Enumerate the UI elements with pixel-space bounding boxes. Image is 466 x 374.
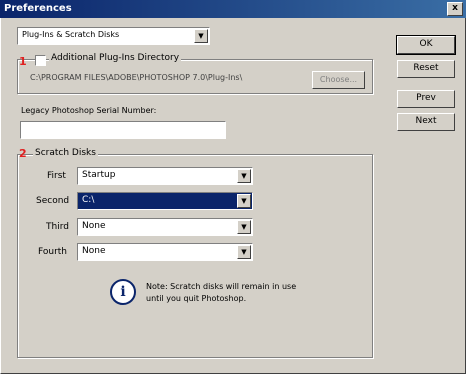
first-disk-label: First [47,171,66,181]
choose-button[interactable]: Choose... [312,71,365,89]
ok-button[interactable]: OK [396,35,456,55]
title-bar: Preferences x [0,0,466,18]
chevron-down-icon[interactable]: ▼ [237,194,251,208]
third-disk-label: Third [46,222,69,232]
second-disk-label: Second [36,196,70,206]
fourth-disk-label: Fourth [38,247,67,257]
serial-number-label: Legacy Photoshop Serial Number: [21,106,157,115]
marker-2: 2 [19,147,27,160]
second-disk-select[interactable]: C:\ ▼ [77,192,253,210]
third-disk-value: None [82,221,106,231]
scratch-disk-note: Note: Scratch disks will remain in use u… [146,282,297,303]
scratch-disks-legend: Scratch Disks [33,148,98,158]
chevron-down-icon[interactable]: ▼ [237,169,251,183]
reset-button[interactable]: Reset [397,60,455,78]
third-disk-select[interactable]: None ▼ [77,218,253,236]
close-button[interactable]: x [447,2,463,16]
serial-number-input[interactable] [20,121,226,139]
section-dropdown-value: Plug-Ins & Scratch Disks [22,30,120,39]
chevron-down-icon[interactable]: ▼ [237,220,251,234]
plugins-path: C:\PROGRAM FILES\ADOBE\PHOTOSHOP 7.0\Plu… [30,73,243,82]
prev-button[interactable]: Prev [397,90,455,108]
window-title: Preferences [4,3,72,14]
marker-1: 1 [19,55,27,68]
info-icon: i [110,279,136,305]
first-disk-value: Startup [82,170,116,180]
fourth-disk-value: None [82,246,106,256]
second-disk-value: C:\ [82,195,95,205]
next-button[interactable]: Next [397,113,455,131]
chevron-down-icon[interactable]: ▼ [237,245,251,259]
additional-plugins-label[interactable]: Additional Plug-Ins Directory [49,53,182,63]
additional-plugins-checkbox[interactable] [35,55,46,66]
first-disk-select[interactable]: Startup ▼ [77,167,253,185]
section-dropdown[interactable]: Plug-Ins & Scratch Disks ▼ [17,27,210,45]
fourth-disk-select[interactable]: None ▼ [77,243,253,261]
chevron-down-icon[interactable]: ▼ [194,29,208,43]
